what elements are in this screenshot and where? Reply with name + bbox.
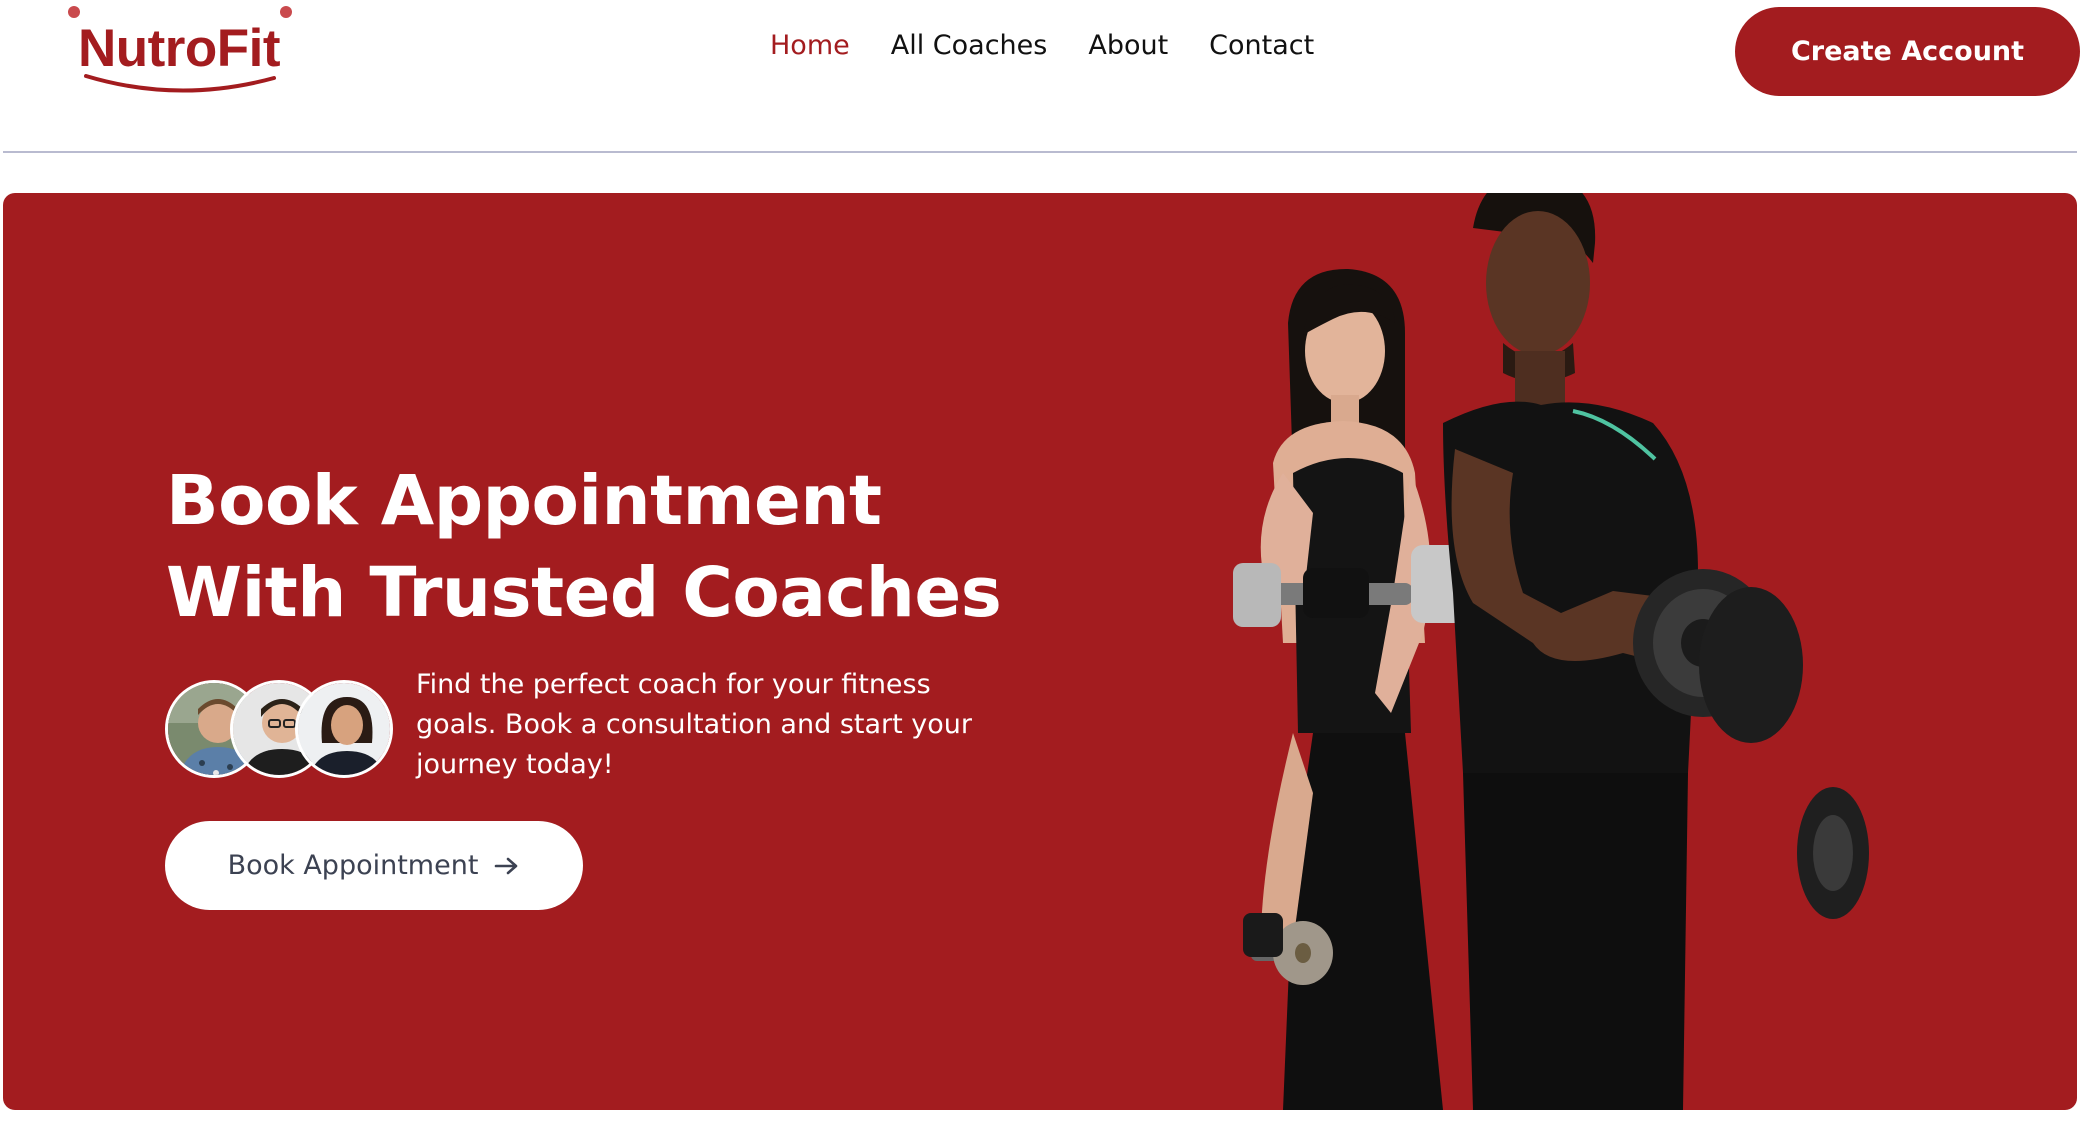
book-appointment-label: Book Appointment	[227, 850, 479, 881]
arrow-right-icon	[494, 856, 520, 876]
create-account-button[interactable]: Create Account	[1735, 7, 2080, 96]
nav-home[interactable]: Home	[770, 30, 850, 61]
nutrofit-logo[interactable]: NutroFit	[64, 4, 304, 94]
hero-title: Book Appointment With Trusted Coaches	[166, 461, 1002, 633]
athletes-photo	[1233, 193, 1869, 1110]
nav-contact[interactable]: Contact	[1209, 30, 1314, 61]
logo-text: NutroFit	[78, 19, 281, 78]
header-divider	[3, 151, 2077, 153]
nav-about[interactable]: About	[1088, 30, 1168, 61]
hero-banner: Book Appointment With Trusted Coaches Fi…	[3, 193, 2077, 1110]
coach-avatar-3	[295, 680, 393, 778]
coach-avatars	[165, 680, 395, 780]
hero-description: Find the perfect coach for your fitness …	[416, 669, 972, 780]
page: NutroFit Home All Coaches About Contact …	[0, 0, 2080, 1146]
main-nav: Home All Coaches About Contact	[770, 30, 1314, 61]
woman-athlete	[1233, 268, 1471, 1110]
nav-all-coaches[interactable]: All Coaches	[891, 30, 1048, 61]
book-appointment-button[interactable]: Book Appointment	[165, 821, 583, 910]
man-athlete	[1443, 193, 1869, 1110]
